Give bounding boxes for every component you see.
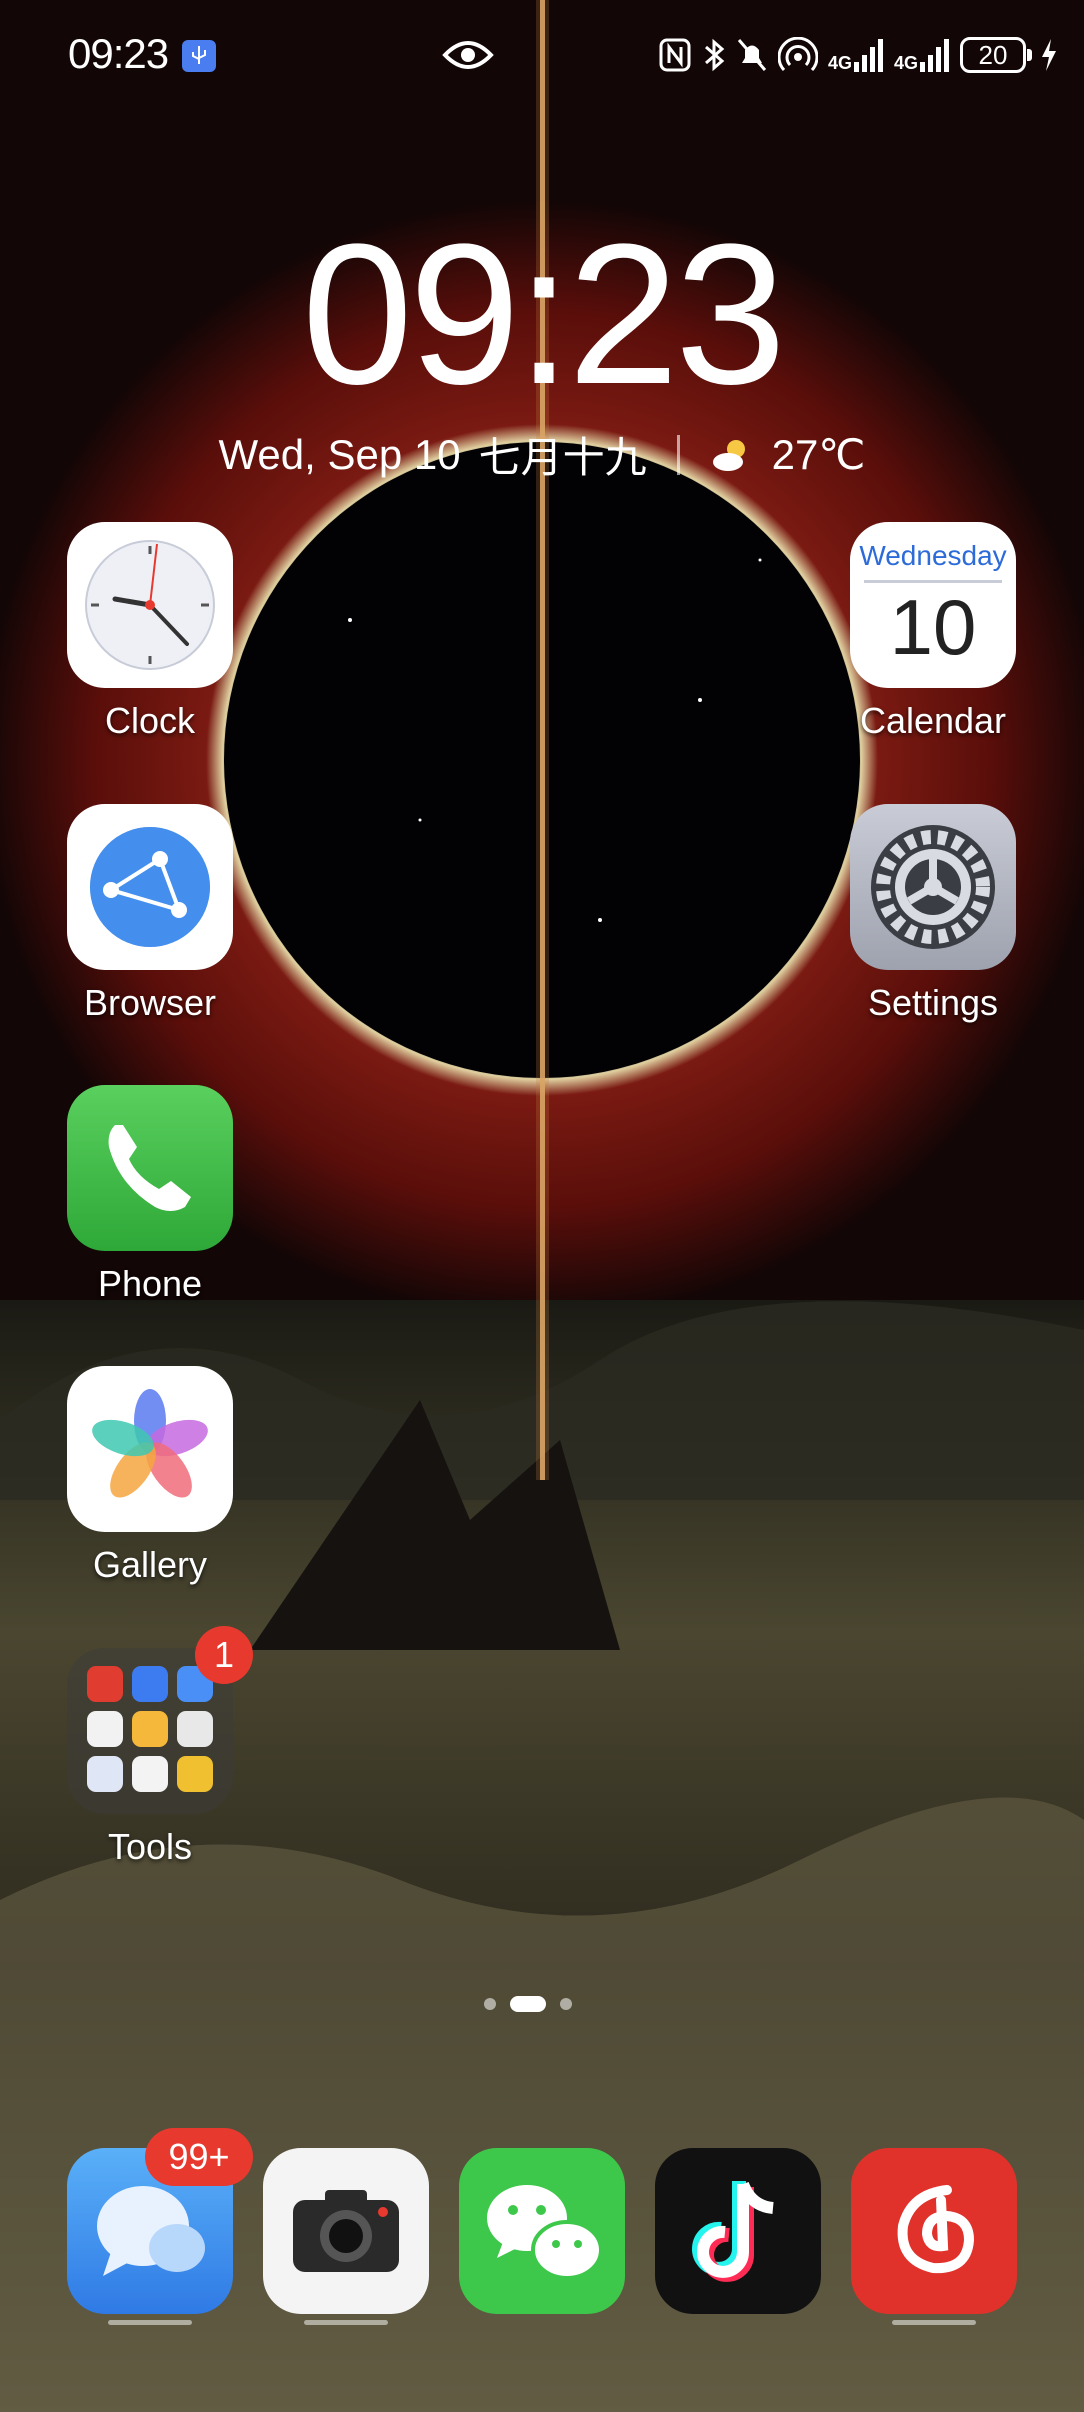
- browser-app[interactable]: Browser: [65, 804, 235, 1024]
- calendar-weekday: Wednesday: [859, 540, 1007, 571]
- gallery-app-label: Gallery: [92, 1544, 208, 1585]
- bluetooth-icon: [704, 38, 725, 72]
- tiktok-app-icon: [655, 2148, 821, 2314]
- clock-widget-time[interactable]: 09:23: [0, 215, 1084, 415]
- browser-app-label: Browser: [83, 982, 217, 1023]
- compass-mini-icon: [132, 1756, 168, 1792]
- clock-app[interactable]: Clock: [65, 522, 235, 742]
- huawei-mini-icon: [87, 1666, 123, 1702]
- usb-icon: [182, 40, 216, 72]
- browser-app-icon: [67, 804, 233, 970]
- messages-badge: 99+: [145, 2128, 253, 2186]
- phone-app[interactable]: Phone: [65, 1085, 235, 1305]
- gallery-app[interactable]: Gallery: [65, 1366, 235, 1586]
- signal-icon: 4G: [894, 38, 950, 72]
- tiktok-app[interactable]: [653, 2148, 823, 2314]
- nfc-icon: [659, 38, 691, 72]
- phone-app-icon: [67, 1085, 233, 1251]
- calendar-app[interactable]: Wednesday 10 Calendar: [848, 522, 1018, 742]
- partly-sunny-icon: [712, 439, 745, 471]
- wechat-app-icon: [459, 2148, 625, 2314]
- page-dot[interactable]: [484, 1998, 496, 2010]
- settings-app-icon: [850, 804, 1016, 970]
- dock-underline: [108, 2320, 192, 2325]
- charging-icon: [1042, 39, 1056, 71]
- clock-app-label: Clock: [104, 700, 196, 741]
- status-time: 09:23: [68, 30, 169, 77]
- sim-mini-icon: [177, 1756, 213, 1792]
- lunar-date: 七月十九: [478, 434, 647, 481]
- phone-app-label: Phone: [97, 1263, 203, 1304]
- dock-underline: [304, 2320, 388, 2325]
- gallery-app-icon: [67, 1366, 233, 1532]
- date-text: Wed, Sep 10: [218, 430, 461, 478]
- page-dot[interactable]: [560, 1998, 572, 2010]
- recorder-mini-icon: [177, 1711, 213, 1747]
- tools-folder-label: Tools: [107, 1826, 193, 1867]
- network-label: 4G: [827, 53, 852, 73]
- signal-icon: 4G: [828, 38, 884, 72]
- network-label: 4G: [893, 53, 918, 73]
- dock-underline: [892, 2320, 976, 2325]
- camera-app-icon: [263, 2148, 429, 2314]
- wechat-app[interactable]: [457, 2148, 627, 2314]
- tools-badge: 1: [195, 1626, 253, 1684]
- battery-icon: 20: [960, 37, 1032, 73]
- temperature: 27℃: [771, 431, 866, 478]
- contacts-mini-icon: [132, 1666, 168, 1702]
- mute-bell-icon: [737, 39, 767, 71]
- magnifier-mini-icon: [87, 1756, 123, 1792]
- clock-app-icon: [67, 522, 233, 688]
- calendar-day: 10: [889, 583, 977, 671]
- files-mini-icon: [132, 1711, 168, 1747]
- status-icons: 4G 4G 20: [658, 32, 1058, 78]
- settings-app[interactable]: Settings: [848, 804, 1018, 1024]
- calendar-app-icon: Wednesday 10: [850, 522, 1016, 688]
- page-indicator[interactable]: [484, 1996, 572, 2012]
- divider: [676, 434, 680, 475]
- settings-app-label: Settings: [867, 982, 999, 1023]
- calculator-mini-icon: [87, 1711, 123, 1747]
- camera-app[interactable]: [261, 2148, 431, 2325]
- netease-music-app-icon: [851, 2148, 1017, 2314]
- calendar-app-label: Calendar: [859, 700, 1007, 741]
- date-weather-row[interactable]: Wed, Sep 10 七月十九 27℃: [0, 424, 1084, 485]
- tools-folder[interactable]: 1 Tools: [65, 1626, 253, 1868]
- eye-icon: [442, 36, 494, 74]
- hotspot-icon: [777, 37, 818, 72]
- page-dot-active[interactable]: [510, 1996, 546, 2012]
- netease-music-app[interactable]: [849, 2148, 1019, 2325]
- messages-app[interactable]: 99+: [65, 2128, 253, 2325]
